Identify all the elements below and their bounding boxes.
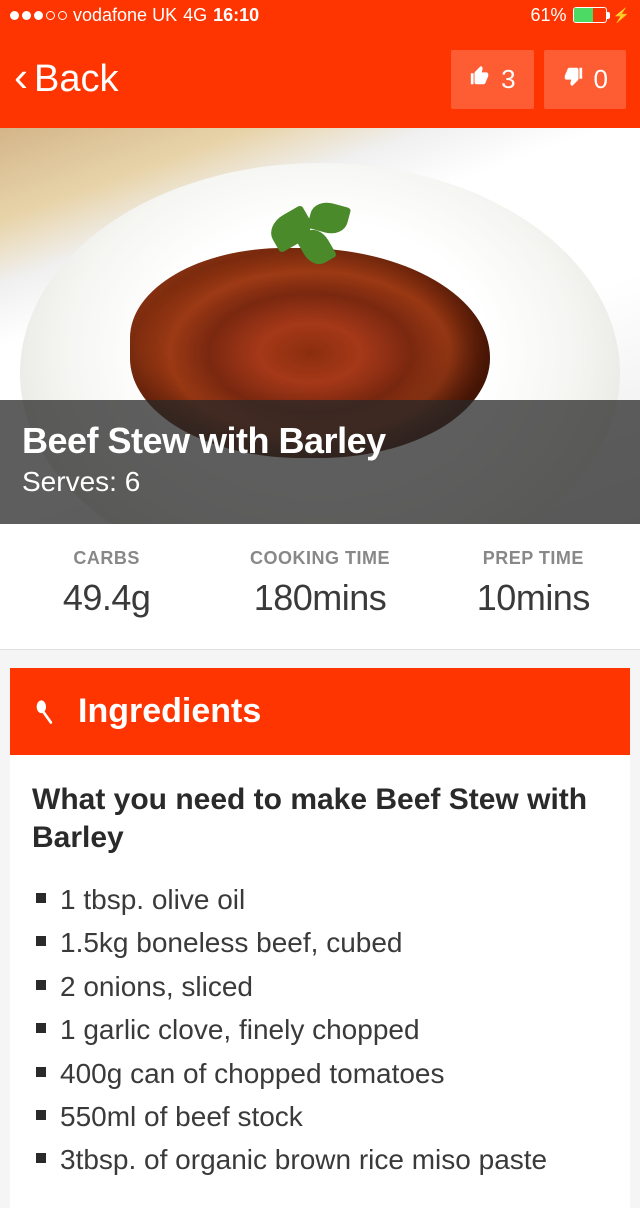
carrier-label: vodafone UK: [73, 5, 177, 26]
bullet-icon: [36, 893, 46, 903]
thumbs-down-button[interactable]: 0: [544, 50, 626, 109]
thumbs-down-count: 0: [594, 64, 608, 95]
ingredients-header: Ingredients: [10, 668, 630, 755]
ingredient-text: 1 garlic clove, finely chopped: [60, 1008, 420, 1051]
list-item: 1 garlic clove, finely chopped: [32, 1008, 608, 1051]
hero-title-overlay: Beef Stew with Barley Serves: 6: [0, 400, 640, 524]
vote-buttons: 3 0: [451, 50, 626, 109]
recipe-title: Beef Stew with Barley: [22, 420, 618, 462]
list-item: 400g can of chopped tomatoes: [32, 1052, 608, 1095]
nav-bar: ‹ Back 3 0: [0, 30, 640, 128]
list-item: 1 tbsp. olive oil: [32, 878, 608, 921]
ingredient-text: 2 onions, sliced: [60, 965, 253, 1008]
recipe-hero-image: Beef Stew with Barley Serves: 6: [0, 128, 640, 524]
ingredients-subheading: What you need to make Beef Stew with Bar…: [32, 781, 608, 856]
bullet-icon: [36, 1153, 46, 1163]
list-item: 2 onions, sliced: [32, 965, 608, 1008]
thumbs-up-button[interactable]: 3: [451, 50, 533, 109]
status-left: vodafone UK 4G 16:10: [10, 5, 259, 26]
ingredient-text: 1 tbsp. olive oil: [60, 878, 245, 921]
stat-cooking-time: COOKING TIME 180mins: [213, 548, 426, 619]
ingredients-body: What you need to make Beef Stew with Bar…: [10, 755, 630, 1208]
back-label: Back: [34, 58, 118, 101]
ingredients-list: 1 tbsp. olive oil 1.5kg boneless beef, c…: [32, 878, 608, 1182]
stat-label: CARBS: [0, 548, 213, 569]
section-title: Ingredients: [78, 692, 261, 731]
stat-label: PREP TIME: [427, 548, 640, 569]
bullet-icon: [36, 1110, 46, 1120]
stat-value: 49.4g: [0, 577, 213, 619]
ingredient-text: 1.5kg boneless beef, cubed: [60, 921, 402, 964]
bullet-icon: [36, 1023, 46, 1033]
bullet-icon: [36, 936, 46, 946]
stat-carbs: CARBS 49.4g: [0, 548, 213, 619]
battery-icon: [573, 7, 607, 23]
recipe-serves: Serves: 6: [22, 466, 618, 498]
status-bar: vodafone UK 4G 16:10 61% ⚡: [0, 0, 640, 30]
ingredient-text: 3tbsp. of organic brown rice miso paste: [60, 1138, 547, 1181]
ingredient-text: 550ml of beef stock: [60, 1095, 303, 1138]
signal-strength-icon: [10, 11, 67, 20]
thumbs-up-icon: [469, 65, 491, 93]
nutrition-stats-row: CARBS 49.4g COOKING TIME 180mins PREP TI…: [0, 524, 640, 650]
list-item: 3tbsp. of organic brown rice miso paste: [32, 1138, 608, 1181]
list-item: 550ml of beef stock: [32, 1095, 608, 1138]
status-right: 61% ⚡: [531, 5, 630, 26]
back-button[interactable]: ‹ Back: [14, 58, 118, 101]
clock-label: 16:10: [213, 5, 259, 26]
stat-value: 180mins: [213, 577, 426, 619]
thumbs-down-icon: [562, 65, 584, 93]
stat-value: 10mins: [427, 577, 640, 619]
list-item: 1.5kg boneless beef, cubed: [32, 921, 608, 964]
charging-icon: ⚡: [613, 7, 630, 24]
thumbs-up-count: 3: [501, 64, 515, 95]
chevron-left-icon: ‹: [14, 56, 28, 98]
bullet-icon: [36, 1067, 46, 1077]
spoon-icon: [32, 698, 60, 726]
ingredients-section: Ingredients What you need to make Beef S…: [10, 668, 630, 1208]
network-label: 4G: [183, 5, 207, 26]
battery-percent-label: 61%: [531, 5, 567, 26]
ingredient-text: 400g can of chopped tomatoes: [60, 1052, 445, 1095]
bullet-icon: [36, 980, 46, 990]
stat-prep-time: PREP TIME 10mins: [427, 548, 640, 619]
stat-label: COOKING TIME: [213, 548, 426, 569]
